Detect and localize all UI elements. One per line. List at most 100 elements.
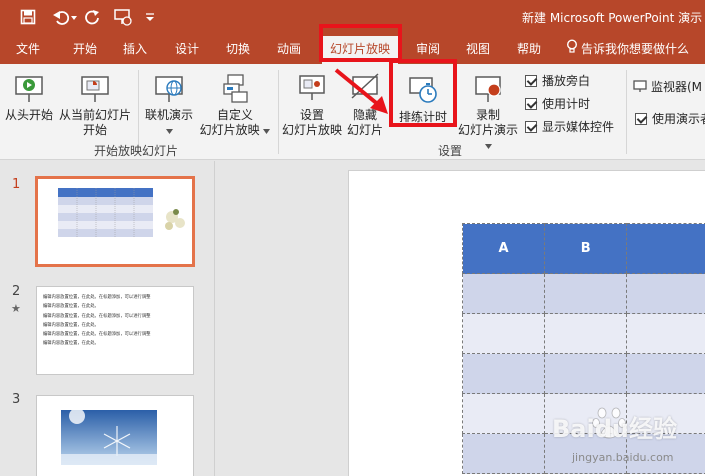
group-start-slideshow-label: 开始放映幻灯片	[94, 144, 179, 158]
dropdown-arrow-icon	[263, 129, 271, 134]
online-present-button[interactable]: 联机演示	[141, 72, 197, 138]
table-header-cell[interactable]: B	[544, 223, 628, 274]
presentation-current-icon	[81, 76, 109, 102]
table-cell[interactable]	[626, 273, 705, 314]
record-label-2: 幻灯片演示	[457, 123, 518, 137]
table-cell[interactable]	[626, 313, 705, 354]
table-cell[interactable]	[461, 353, 546, 394]
table-row	[461, 313, 705, 354]
table-cell[interactable]	[544, 273, 628, 314]
slide-thumbnail-3[interactable]	[36, 395, 194, 476]
thumb-text-line: 编辑内容放置位置，在此处。	[43, 322, 99, 328]
record-icon	[475, 76, 501, 102]
record-label-1: 录制	[475, 108, 500, 122]
slide-thumbnail-1[interactable]	[35, 176, 195, 267]
undo-icon[interactable]	[50, 7, 80, 27]
tab-transitions[interactable]: 切换	[215, 34, 261, 64]
custom-show-label-1: 自定义	[216, 108, 253, 122]
dropdown-arrow-icon	[484, 144, 492, 149]
group-setup-label: 设置	[438, 144, 463, 158]
tab-help[interactable]: 帮助	[506, 34, 552, 64]
table-cell[interactable]	[461, 393, 546, 434]
thumb-text-line: 编辑内容放置位置，在此处。在标题添加，可以进行调整	[43, 313, 151, 319]
customize-toolbar-icon[interactable]	[144, 7, 156, 27]
monitor-dropdown[interactable]: 监视器(M	[633, 78, 702, 95]
animation-star-icon: ★	[11, 302, 21, 315]
use-timings-checkbox[interactable]: 使用计时	[525, 95, 590, 112]
tab-file[interactable]: 文件	[8, 34, 48, 64]
table-cell[interactable]	[461, 313, 546, 354]
highlight-box-tab	[319, 24, 402, 62]
ribbon-separator	[278, 70, 279, 154]
annotation-arrow	[334, 68, 388, 114]
play-narration-checkbox[interactable]: 播放旁白	[525, 72, 590, 89]
globe-screen-icon	[155, 76, 183, 102]
window-title: 新建 Microsoft PowerPoint 演示	[522, 11, 703, 25]
redo-icon[interactable]	[84, 7, 102, 27]
online-present-label: 联机演示	[144, 108, 193, 122]
monitor-label: 监视器(M	[651, 80, 703, 94]
play-narration-label: 播放旁白	[542, 74, 591, 88]
table-cell[interactable]	[544, 313, 628, 354]
use-presenter-view-checkbox[interactable]: 使用演示者	[635, 110, 705, 127]
ribbon-tabs: 文件 开始 插入 设计 切换 动画 幻灯片放映 审阅 视图 帮助 告诉我你想要做…	[0, 24, 705, 64]
table-row	[461, 353, 705, 394]
slide-number: 2	[12, 284, 21, 299]
from-current-label-2: 开始	[82, 123, 107, 137]
thumbnail-snowflake-image	[61, 408, 157, 465]
slide-thumbnail-panel: 1 2 ★ 编辑内容放置位置，在此处。在标题添加，可以进行调整 编辑内容放置位置…	[0, 161, 215, 476]
from-current-button[interactable]: 从当前幻灯片 开始	[56, 72, 134, 138]
checkbox-checked	[525, 74, 537, 87]
custom-show-button[interactable]: 自定义 幻灯片放映	[196, 72, 274, 138]
from-current-label-1: 从当前幻灯片	[58, 108, 131, 122]
table-cell[interactable]	[626, 353, 705, 394]
custom-slideshow-icon	[223, 74, 248, 103]
table-cell[interactable]	[544, 353, 628, 394]
watermark-brand: Baidu经验	[552, 415, 677, 443]
tab-insert[interactable]: 插入	[112, 34, 158, 64]
tab-design[interactable]: 设计	[164, 34, 210, 64]
tell-me-search[interactable]: 告诉我你想要做什么	[566, 34, 705, 64]
table-cell[interactable]	[461, 273, 546, 314]
setup-show-label-1: 设置	[299, 108, 324, 122]
use-presenter-view-label: 使用演示者	[652, 112, 705, 126]
tab-animations[interactable]: 动画	[266, 34, 312, 64]
setup-slideshow-icon	[299, 75, 325, 100]
powerpoint-window: 新建 Microsoft PowerPoint 演示 文件 开始 插入 设计 切…	[0, 0, 705, 476]
show-media-controls-label: 显示媒体控件	[542, 120, 615, 134]
slide-number: 1	[12, 177, 21, 192]
tab-home[interactable]: 开始	[62, 34, 108, 64]
setup-show-label-2: 幻灯片放映	[281, 123, 342, 137]
thumbnail-table-preview	[58, 188, 185, 237]
record-slideshow-button[interactable]: 录制 幻灯片演示	[454, 72, 522, 153]
table-header-cell[interactable]: A	[461, 223, 546, 274]
slide-thumbnail-2[interactable]: 编辑内容放置位置，在此处。在标题添加，可以进行调整 编辑内容放置位置，在此处。 …	[36, 286, 194, 375]
checkbox-checked	[525, 120, 537, 133]
monitor-icon	[633, 80, 647, 92]
custom-show-label-2: 幻灯片放映	[199, 123, 260, 137]
thumb-text-line: 编辑内容放置位置，在此处。在标题添加，可以进行调整	[43, 332, 151, 338]
tell-me-label: 告诉我你想要做什么	[581, 42, 690, 56]
from-beginning-label: 从头开始	[4, 108, 53, 122]
use-timings-label: 使用计时	[542, 97, 591, 111]
lightbulb-icon	[566, 35, 578, 65]
presentation-play-icon	[15, 76, 43, 102]
checkbox-checked	[635, 112, 647, 125]
checkbox-checked	[525, 97, 537, 110]
baidu-watermark: Baidu经验 jingyan.baidu.com	[540, 403, 690, 473]
table-row	[461, 273, 705, 314]
watermark-url: jingyan.baidu.com	[572, 451, 674, 464]
table-cell[interactable]	[461, 433, 546, 474]
thumb-text-line: 编辑内容放置位置，在此处。在标题添加，可以进行调整	[43, 295, 151, 300]
slide-number: 3	[12, 392, 21, 407]
from-beginning-button[interactable]: 从头开始	[4, 72, 54, 123]
thumb-text-line: 编辑内容放置位置，在此处。	[43, 341, 99, 347]
thumb-text-line: 编辑内容放置位置，在此处。	[43, 304, 99, 310]
slideshow-start-icon[interactable]	[112, 7, 134, 27]
show-media-controls-checkbox[interactable]: 显示媒体控件	[525, 118, 614, 135]
table-header-cell[interactable]	[626, 223, 705, 274]
save-icon[interactable]	[18, 7, 38, 27]
hide-slide-label-2: 幻灯片	[346, 123, 383, 137]
dropdown-arrow-icon	[165, 129, 173, 134]
tab-view[interactable]: 视图	[455, 34, 501, 64]
